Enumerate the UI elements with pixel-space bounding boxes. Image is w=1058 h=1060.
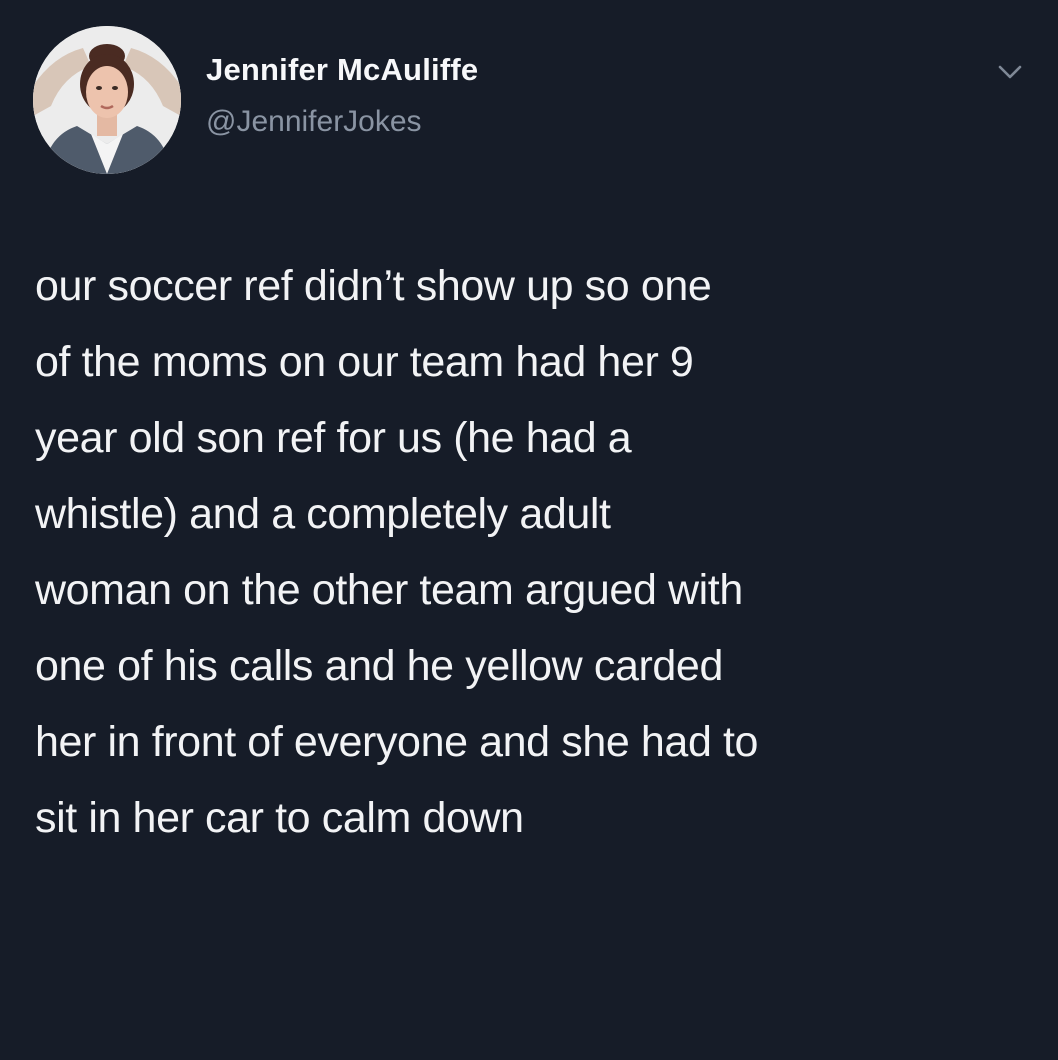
chevron-down-icon [998,65,1022,79]
tweet-text-line: her in front of everyone and she had to [35,718,759,766]
profile-photo-icon [33,26,181,174]
tweet-menu-button[interactable] [990,58,1030,88]
tweet-text-line: whistle) and a completely adult [35,490,611,538]
tweet-text-line: one of his calls and he yellow carded [35,642,723,690]
tweet-body: our soccer ref didn’t show up so one of … [35,248,1035,856]
tweet-text-line: our soccer ref didn’t show up so one [35,262,712,310]
author-display-name[interactable]: Jennifer McAuliffe [206,52,478,88]
tweet-text-line: year old son ref for us (he had a [35,414,632,462]
tweet-text-line: woman on the other team argued with [35,566,743,614]
tweet-text-line: of the moms on our team had her 9 [35,338,694,386]
tweet-card: Jennifer McAuliffe @JenniferJokes our so… [0,0,1058,1060]
tweet-text-line: sit in her car to calm down [35,794,524,842]
avatar[interactable] [33,26,181,174]
author-handle[interactable]: @JenniferJokes [206,105,422,139]
